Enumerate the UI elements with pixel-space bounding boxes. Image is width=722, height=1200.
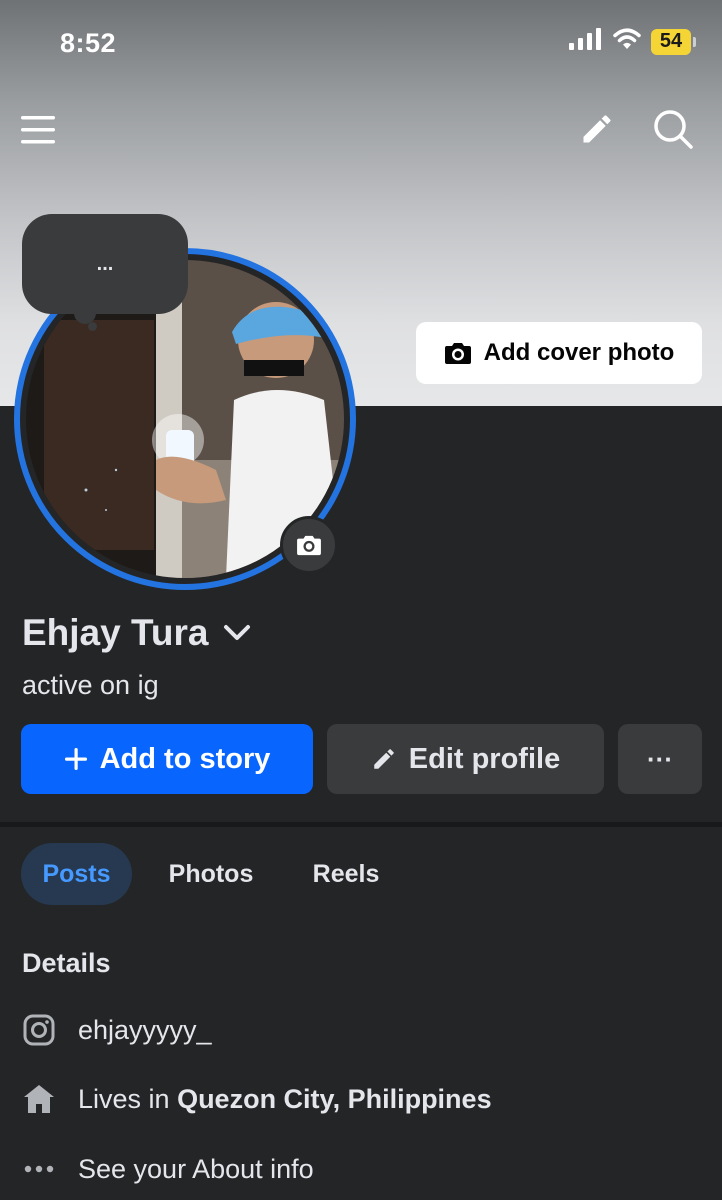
change-profile-picture-button[interactable] <box>280 516 338 574</box>
status-icons: 54 <box>569 28 696 55</box>
note-bubble[interactable]: ... <box>22 214 188 314</box>
see-about-info-link: See your About info <box>78 1153 314 1184</box>
home-icon <box>22 1082 56 1116</box>
battery-level: 54 <box>651 28 691 55</box>
menu-button[interactable] <box>16 108 60 152</box>
edit-profile-label: Edit profile <box>408 742 561 775</box>
search-icon <box>654 110 693 149</box>
tab-reels[interactable]: Reels <box>290 843 402 905</box>
dots-icon: ··· <box>647 743 673 774</box>
camera-icon <box>444 343 471 364</box>
add-cover-photo-button[interactable]: Add cover photo <box>416 322 702 384</box>
edit-button[interactable] <box>574 106 620 152</box>
detail-instagram[interactable]: ehjayyyyy_ <box>22 1013 212 1047</box>
lives-in-text: Lives in Quezon City, Philippines <box>78 1084 492 1115</box>
tab-posts[interactable]: Posts <box>21 843 132 905</box>
lives-in-prefix: Lives in <box>78 1083 178 1114</box>
profile-name-row[interactable]: Ehjay Tura <box>22 612 252 654</box>
lives-in-place: Quezon City, Philippines <box>177 1083 492 1114</box>
instagram-handle: ehjayyyyy_ <box>78 1014 212 1045</box>
tab-photos[interactable]: Photos <box>132 843 290 905</box>
add-to-story-label: Add to story <box>99 742 271 775</box>
note-tail-small <box>88 322 97 331</box>
details-heading: Details <box>22 948 111 978</box>
note-text: ... <box>96 252 114 275</box>
status-bar: 8:52 54 <box>0 0 722 90</box>
add-to-story-button[interactable]: Add to story <box>21 724 313 794</box>
detail-lives-in[interactable]: Lives in Quezon City, Philippines <box>22 1082 492 1116</box>
dots-icon <box>22 1152 56 1186</box>
signal-icon <box>569 28 603 55</box>
add-cover-photo-label: Add cover photo <box>483 339 675 366</box>
profile-name: Ehjay Tura <box>22 612 209 653</box>
pencil-icon <box>583 115 611 143</box>
search-button[interactable] <box>648 104 698 154</box>
status-time: 8:52 <box>60 28 117 58</box>
camera-icon <box>297 535 321 556</box>
more-options-button[interactable]: ··· <box>618 724 702 794</box>
chevron-down-icon <box>224 625 251 640</box>
wifi-icon <box>613 28 641 55</box>
battery-icon: 54 <box>651 28 696 55</box>
instagram-icon <box>22 1013 56 1047</box>
pencil-icon <box>374 749 394 769</box>
profile-tabs: Posts Photos Reels <box>21 843 402 905</box>
note-tail <box>74 302 96 324</box>
section-divider <box>0 822 722 827</box>
profile-bio: active on ig <box>22 670 159 700</box>
detail-about[interactable]: See your About info <box>22 1152 314 1186</box>
plus-icon <box>64 748 87 770</box>
edit-profile-button[interactable]: Edit profile <box>327 724 604 794</box>
menu-icon <box>21 116 55 144</box>
